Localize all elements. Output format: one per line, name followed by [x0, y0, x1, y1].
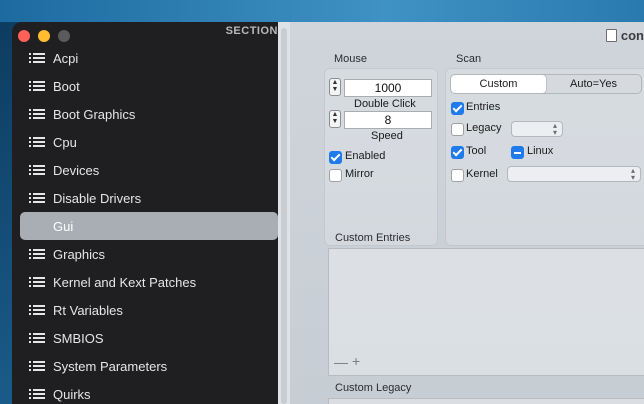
double-click-stepper[interactable]: ▲ ▼	[329, 78, 341, 96]
linux-label: Linux	[527, 145, 554, 157]
sidebar-item[interactable]: Gui	[20, 212, 278, 240]
sidebar-item[interactable]: Disable Drivers	[20, 184, 278, 212]
list-icon	[29, 136, 45, 148]
sidebar-item-label: Gui	[53, 218, 74, 234]
sidebar-item-label: Acpi	[53, 50, 79, 66]
mirror-checkbox[interactable]	[329, 169, 342, 182]
sidebar-list: Acpi Boot Boot Graphics Cpu Devices Disable D…	[20, 44, 278, 404]
minimize-button[interactable]	[38, 30, 50, 42]
double-click-label: Double Click	[354, 98, 416, 110]
double-click-field[interactable]: 1000	[344, 79, 432, 97]
sidebar-item[interactable]: Boot Graphics	[20, 100, 278, 128]
sidebar-item-label: System Parameters	[53, 358, 168, 374]
sidebar-item[interactable]: Devices	[20, 156, 278, 184]
list-icon	[29, 332, 45, 344]
custom-entries-table[interactable]	[328, 248, 644, 376]
sidebar-item[interactable]: Acpi	[20, 44, 278, 72]
remove-entry-button[interactable]: —	[334, 354, 348, 370]
list-icon	[29, 304, 45, 316]
kernel-popup[interactable]: ▴ ▾	[507, 166, 641, 182]
scan-segment-custom[interactable]: Custom	[451, 75, 546, 93]
sidebar-item-label: SMBIOS	[53, 330, 104, 346]
list-icon	[29, 52, 45, 64]
split-view-divider[interactable]	[278, 22, 290, 404]
scan-segment-auto[interactable]: Auto=Yes	[546, 75, 641, 93]
sidebar: SECTION Acpi Boot Boot Graphics Cpu Devices D…	[12, 22, 279, 404]
window-title-text: con	[620, 28, 644, 43]
legacy-label: Legacy	[466, 122, 502, 134]
popup-chevron-icon: ▴ ▾	[552, 121, 557, 137]
main-content: con Mouse ▲ ▼ 1000 Double Click ▲ ▼ 8 Spee…	[290, 22, 644, 404]
speed-label: Speed	[371, 130, 403, 142]
sidebar-item-label: Cpu	[53, 134, 77, 150]
sidebar-item-label: Kernel and Kext Patches	[53, 274, 197, 290]
legacy-checkbox[interactable]	[451, 123, 464, 136]
sidebar-item-label: Boot	[53, 78, 80, 94]
linux-checkbox[interactable]	[511, 146, 524, 159]
sidebar-item-label: Graphics	[53, 246, 106, 262]
sidebar-item-label: Disable Drivers	[53, 190, 142, 206]
legacy-popup[interactable]: ▴ ▾	[511, 121, 563, 137]
kernel-checkbox[interactable]	[451, 169, 464, 182]
mouse-group-label: Mouse	[334, 53, 368, 65]
speed-field[interactable]: 8	[344, 111, 432, 129]
list-icon	[29, 220, 45, 232]
sidebar-item-label: Quirks	[53, 386, 91, 402]
window-controls	[18, 30, 70, 42]
custom-entries-label: Custom Entries	[335, 232, 411, 244]
sidebar-item[interactable]: System Parameters	[20, 352, 278, 380]
sidebar-item-label: Devices	[53, 162, 100, 178]
custom-legacy-table[interactable]	[328, 398, 644, 404]
sidebar-item[interactable]: Kernel and Kext Patches	[20, 268, 278, 296]
document-icon	[605, 29, 617, 42]
sidebar-item[interactable]: Graphics	[20, 240, 278, 268]
list-icon	[29, 80, 45, 92]
mirror-label: Mirror	[345, 168, 374, 180]
sidebar-header: SECTION	[225, 25, 278, 37]
sidebar-item-label: Boot Graphics	[53, 106, 136, 122]
tool-checkbox[interactable]	[451, 146, 464, 159]
entries-label: Entries	[466, 101, 501, 113]
list-icon	[29, 192, 45, 204]
scan-group-label: Scan	[456, 53, 482, 65]
close-button[interactable]	[18, 30, 30, 42]
custom-legacy-label: Custom Legacy	[335, 382, 412, 394]
tool-label: Tool	[466, 145, 487, 157]
list-icon	[29, 360, 45, 372]
sidebar-item[interactable]: Rt Variables	[20, 296, 278, 324]
sidebar-item[interactable]: Boot	[20, 72, 278, 100]
enabled-label: Enabled	[345, 150, 386, 162]
window-title: con	[605, 28, 644, 43]
zoom-button[interactable]	[58, 30, 70, 42]
kernel-label: Kernel	[466, 168, 498, 180]
app-window: SECTION Acpi Boot Boot Graphics Cpu Devices D…	[12, 22, 644, 404]
enabled-checkbox[interactable]	[329, 151, 342, 164]
add-entry-button[interactable]: +	[352, 353, 360, 369]
sidebar-item[interactable]: Quirks	[20, 380, 278, 404]
list-icon	[29, 276, 45, 288]
sidebar-item[interactable]: Cpu	[20, 128, 278, 156]
popup-chevron-icon: ▴ ▾	[630, 166, 635, 182]
list-icon	[29, 164, 45, 176]
divider-handle[interactable]	[281, 28, 287, 404]
scan-group	[445, 68, 644, 246]
list-icon	[29, 108, 45, 120]
entries-checkbox[interactable]	[451, 102, 464, 115]
scan-mode-segmented-control[interactable]: Custom Auto=Yes	[450, 74, 642, 94]
list-icon	[29, 248, 45, 260]
speed-stepper[interactable]: ▲ ▼	[329, 110, 341, 128]
sidebar-item[interactable]: SMBIOS	[20, 324, 278, 352]
list-icon	[29, 388, 45, 400]
desktop-background	[0, 0, 644, 22]
sidebar-item-label: Rt Variables	[53, 302, 123, 318]
